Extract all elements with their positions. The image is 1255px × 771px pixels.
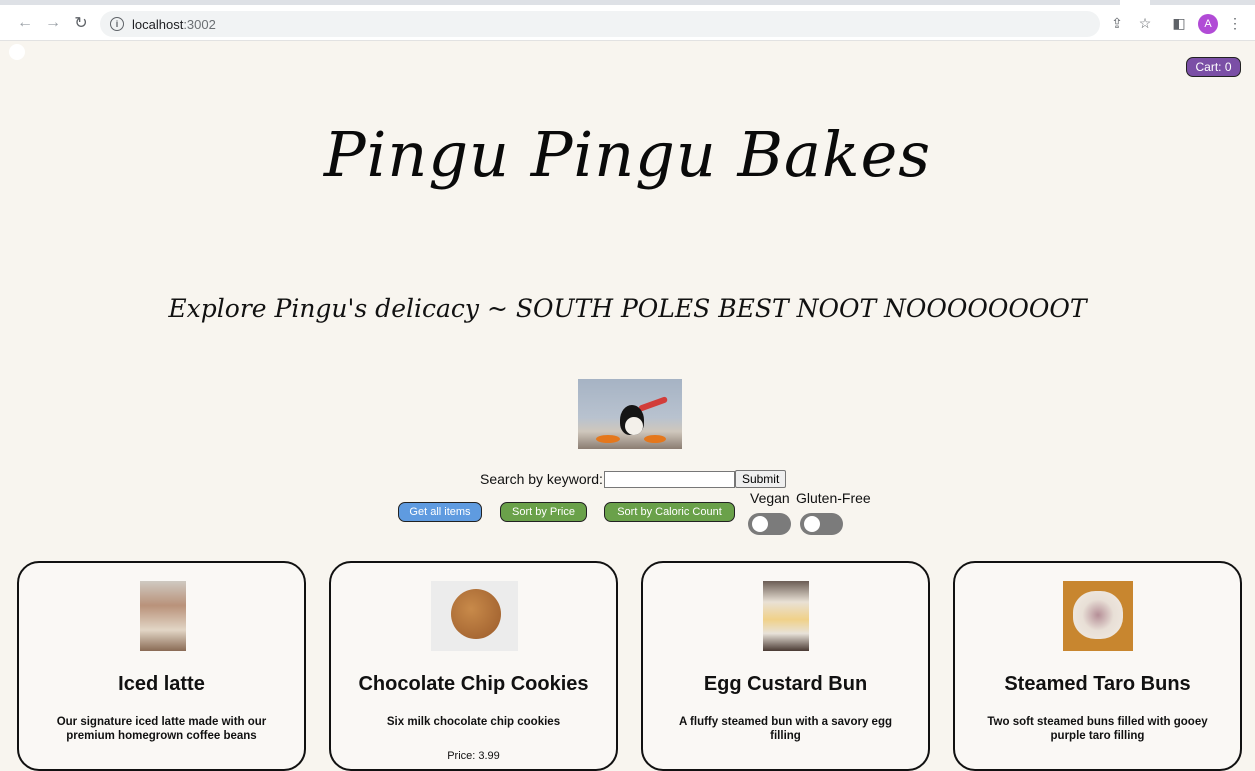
product-name: Steamed Taro Buns [1004, 673, 1191, 695]
reload-icon[interactable]: ↻ [70, 12, 92, 34]
address-bar[interactable]: i localhost:3002 [100, 11, 1100, 37]
product-card[interactable]: Egg Custard Bun A fluffy steamed bun wit… [641, 561, 930, 771]
browser-toolbar: ← → ↻ i localhost:3002 ⇪ ☆ ◧ A ⋮ [0, 0, 1255, 41]
site-info-icon[interactable]: i [110, 17, 124, 31]
search-form: Search by keyword: Submit [480, 470, 787, 488]
product-description: A fluffy steamed bun with a savory egg f… [678, 716, 892, 742]
iced-latte-image [140, 581, 186, 651]
url-text: localhost:3002 [132, 16, 216, 32]
back-arrow-icon[interactable]: ← [14, 12, 36, 34]
product-card[interactable]: Iced latte Our signature iced latte made… [17, 561, 306, 771]
tab-divider [1120, 0, 1150, 5]
share-icon[interactable]: ⇪ [1108, 14, 1126, 32]
get-all-items-button[interactable]: Get all items [398, 502, 482, 522]
vegan-label: Vegan [750, 490, 790, 506]
search-label: Search by keyword: [480, 471, 603, 487]
toggle-knob [752, 516, 768, 532]
cookie-shape [451, 589, 501, 639]
cart-button[interactable]: Cart: 0 [1186, 57, 1241, 77]
forward-arrow-icon[interactable]: → [42, 12, 64, 34]
cookie-image [431, 581, 518, 651]
penguin-belly-shape [625, 417, 643, 435]
sort-by-calorie-button[interactable]: Sort by Caloric Count [604, 502, 735, 522]
product-card[interactable]: Steamed Taro Buns Two soft steamed buns … [953, 561, 1242, 771]
custard-bun-image [763, 581, 809, 651]
product-description: Six milk chocolate chip cookies [386, 716, 561, 728]
pingu-hero-image [578, 379, 682, 449]
profile-avatar[interactable]: A [1198, 14, 1218, 34]
product-card[interactable]: Chocolate Chip Cookies Six milk chocolat… [329, 561, 618, 771]
product-description: Two soft steamed buns filled with gooey … [987, 716, 1208, 742]
product-name: Egg Custard Bun [703, 673, 868, 695]
vegan-toggle[interactable] [748, 513, 791, 535]
tab-strip [0, 0, 1255, 5]
penguin-foot-shape [644, 435, 666, 443]
page-subtitle: Explore Pingu's delicacy ~ SOUTH POLES B… [168, 294, 1087, 323]
taro-bun-image [1063, 581, 1133, 651]
gluten-free-label: Gluten-Free [796, 490, 871, 506]
bookmark-star-icon[interactable]: ☆ [1136, 14, 1154, 32]
corner-dot [9, 44, 25, 60]
sort-by-price-button[interactable]: Sort by Price [500, 502, 587, 522]
page-title: Pingu Pingu Bakes [323, 118, 932, 191]
more-menu-icon[interactable]: ⋮ [1226, 14, 1244, 32]
penguin-foot-shape [596, 435, 620, 443]
taro-bun-shape [1073, 591, 1123, 639]
gluten-free-toggle[interactable] [800, 513, 843, 535]
search-input[interactable] [603, 470, 735, 488]
product-name: Chocolate Chip Cookies [358, 673, 589, 695]
product-name: Iced latte [118, 673, 205, 695]
product-description: Our signature iced latte made with our p… [56, 716, 267, 742]
toggle-knob [804, 516, 820, 532]
horn-shape [637, 396, 669, 412]
submit-button[interactable]: Submit [734, 470, 787, 488]
side-panel-icon[interactable]: ◧ [1170, 14, 1188, 32]
